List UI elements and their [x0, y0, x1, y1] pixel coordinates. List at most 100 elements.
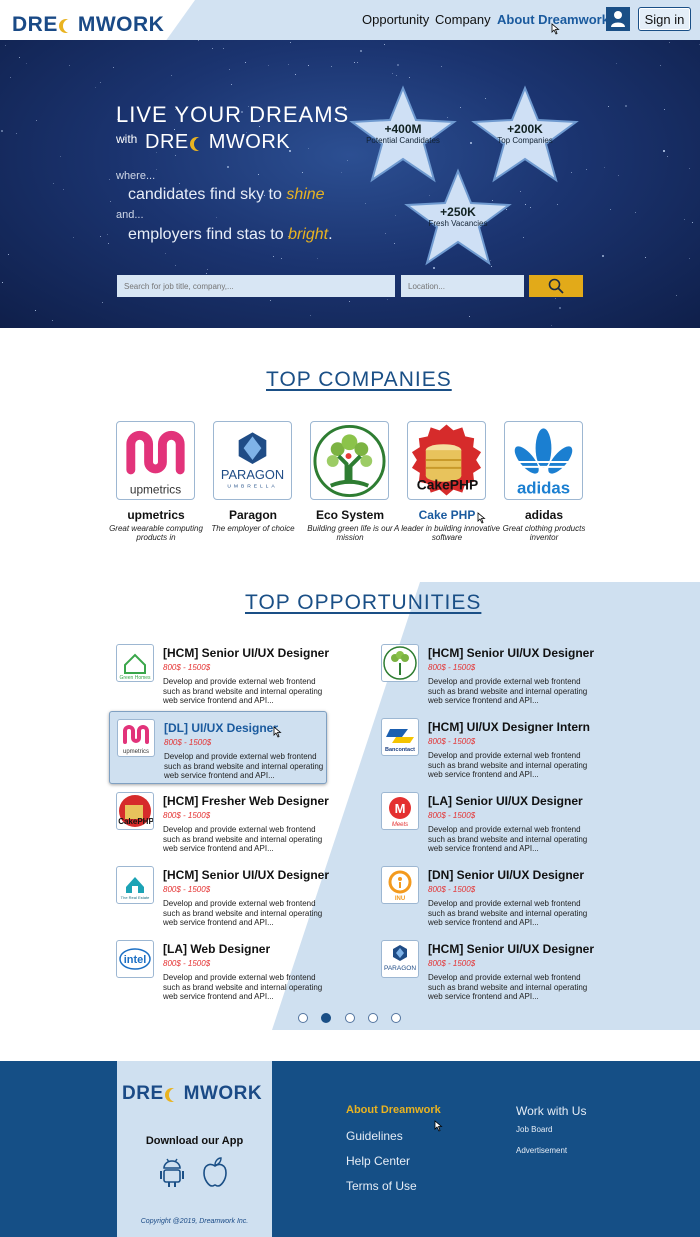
footer-link-help-center[interactable]: Help Center: [346, 1154, 410, 1168]
star-dot: [16, 133, 17, 134]
job-title[interactable]: [HCM] Senior UI/UX Designer: [163, 868, 329, 882]
pagination-dot[interactable]: [391, 1013, 401, 1023]
inu-logo: INU: [381, 866, 419, 904]
job-card[interactable]: intel [LA] Web Designer 800$ - 1500$ Dev…: [116, 940, 336, 1012]
star-dot: [469, 316, 470, 317]
footer-link-job-board[interactable]: Job Board: [516, 1125, 552, 1134]
star-dot: [270, 300, 271, 301]
star-dot: [395, 215, 396, 216]
logo-text-left: DRE: [12, 13, 58, 36]
job-card[interactable]: tree [HCM] Senior UI/UX Designer 800$ - …: [381, 644, 601, 716]
star-dot: [409, 77, 410, 78]
job-card[interactable]: The Real Estate [HCM] Senior UI/UX Desig…: [116, 866, 336, 938]
nav-opportunity[interactable]: Opportunity: [362, 12, 429, 27]
job-search-input[interactable]: [117, 275, 395, 297]
job-title[interactable]: [DL] UI/UX Designer: [164, 721, 278, 735]
job-title[interactable]: [HCM] Senior UI/UX Designer: [163, 646, 329, 660]
sign-in-button[interactable]: Sign in: [638, 7, 691, 31]
job-logo-text: Meets: [392, 822, 408, 828]
inu-logo-icon: INU: [388, 870, 412, 902]
location-input[interactable]: [401, 275, 524, 297]
company-card-upmetrics[interactable]: upmetrics upmetrics Great wearable compu…: [109, 421, 203, 542]
star-dot: [216, 217, 217, 218]
star-dot: [396, 75, 397, 76]
footer-link-terms[interactable]: Terms of Use: [346, 1179, 417, 1193]
job-title[interactable]: [HCM] Senior UI/UX Designer: [428, 942, 594, 956]
job-title[interactable]: [HCM] Senior UI/UX Designer: [428, 646, 594, 660]
stat-label: Top Companies: [497, 136, 553, 145]
pagination-dot[interactable]: [345, 1013, 355, 1023]
job-card[interactable]: Bancontact [HCM] UI/UX Designer Intern 8…: [381, 718, 601, 790]
star-dot: [365, 203, 366, 204]
star-dot: [1, 130, 3, 132]
nav-company[interactable]: Company: [435, 12, 491, 27]
hero-logo: DRE MWORK: [145, 131, 290, 154]
pagination-dot[interactable]: [368, 1013, 378, 1023]
tree-logo-icon: tree: [383, 646, 417, 680]
job-title[interactable]: [HCM] UI/UX Designer Intern: [428, 720, 590, 734]
eco-system-logo: [310, 421, 389, 500]
star-dot: [684, 219, 685, 220]
star-dot: [523, 237, 524, 238]
star-dot: [108, 243, 109, 244]
company-card-adidas[interactable]: adidas adidas Great clothing products in…: [503, 421, 585, 542]
job-salary: 800$ - 1500$: [163, 885, 211, 894]
pagination-dot-active[interactable]: [321, 1013, 331, 1023]
job-title[interactable]: [HCM] Fresher Web Designer: [163, 794, 329, 808]
star-dot: [357, 62, 358, 63]
user-account-button[interactable]: [606, 7, 630, 31]
footer-logo[interactable]: DRE MWORK: [122, 1083, 262, 1105]
moon-icon: [194, 137, 208, 151]
footer-brand-panel: DRE MWORK Download our App Copyright @201…: [117, 1061, 272, 1237]
apple-icon[interactable]: [201, 1156, 229, 1188]
bancontact-logo: Bancontact: [381, 718, 419, 756]
star-dot: [207, 269, 208, 270]
user-icon: [611, 11, 625, 27]
job-desc: Develop and provide external web fronten…: [428, 751, 588, 779]
moon-icon: [169, 1088, 183, 1102]
adidas-logo: adidas: [504, 421, 583, 500]
footer-link-guidelines[interactable]: Guidelines: [346, 1129, 403, 1143]
company-desc: Great clothing products inventor: [502, 524, 586, 542]
cake-php-logo: CakePHP: [116, 792, 154, 830]
pagination-dot[interactable]: [298, 1013, 308, 1023]
job-title[interactable]: [LA] Web Designer: [163, 942, 270, 956]
star-dot: [602, 255, 604, 257]
job-card[interactable]: PARAGON [HCM] Senior UI/UX Designer 800$…: [381, 940, 601, 1012]
tree-logo-icon: [313, 424, 386, 497]
footer-link-advertisement[interactable]: Advertisement: [516, 1146, 567, 1155]
upmetrics-logo-text: upmetrics: [130, 482, 181, 496]
star-dot: [231, 84, 232, 85]
stat-label: Fresh Vacancies: [428, 219, 488, 228]
star-dot: [227, 166, 229, 168]
star-dot: [433, 267, 435, 269]
job-card[interactable]: CakePHP [HCM] Fresher Web Designer 800$ …: [116, 792, 336, 864]
intel-logo-icon: intel: [119, 948, 151, 970]
star-dot: [676, 295, 677, 296]
star-dot: [689, 258, 690, 259]
star-dot: [73, 237, 74, 238]
footer-link-about[interactable]: About Dreamwork: [346, 1104, 441, 1116]
job-title[interactable]: [DN] Senior UI/UX Designer: [428, 868, 584, 882]
meets-logo-icon: M Meets: [389, 797, 411, 828]
job-card[interactable]: Green Homes [HCM] Senior UI/UX Designer …: [116, 644, 336, 716]
dreamwork-logo[interactable]: DRE MWORK: [12, 13, 164, 37]
search-button[interactable]: [529, 275, 583, 297]
star-dot: [10, 77, 11, 78]
job-card[interactable]: M Meets [LA] Senior UI/UX Designer 800$ -…: [381, 792, 601, 864]
job-card[interactable]: INU [DN] Senior UI/UX Designer 800$ - 15…: [381, 866, 601, 938]
star-dot: [308, 148, 309, 149]
company-card-paragon[interactable]: PARAGON UMBRELLA Paragon The employer of…: [211, 421, 295, 533]
job-title[interactable]: [LA] Senior UI/UX Designer: [428, 794, 583, 808]
star-dot: [156, 169, 157, 170]
job-card-highlighted[interactable]: upmetrics [DL] UI/UX Designer 800$ - 150…: [109, 711, 327, 784]
company-card-eco-system[interactable]: Eco System Building green life is our mi…: [307, 421, 393, 542]
star-dot: [692, 222, 693, 223]
meets-logo: M Meets: [381, 792, 419, 830]
job-salary: 800$ - 1500$: [428, 959, 476, 968]
cake-php-logo-text: CakePHP: [417, 476, 478, 492]
android-icon[interactable]: [159, 1156, 185, 1188]
svg-text:M: M: [395, 801, 406, 816]
stat-value: +250K: [440, 205, 476, 219]
hero-logo-right: MWORK: [208, 131, 291, 153]
